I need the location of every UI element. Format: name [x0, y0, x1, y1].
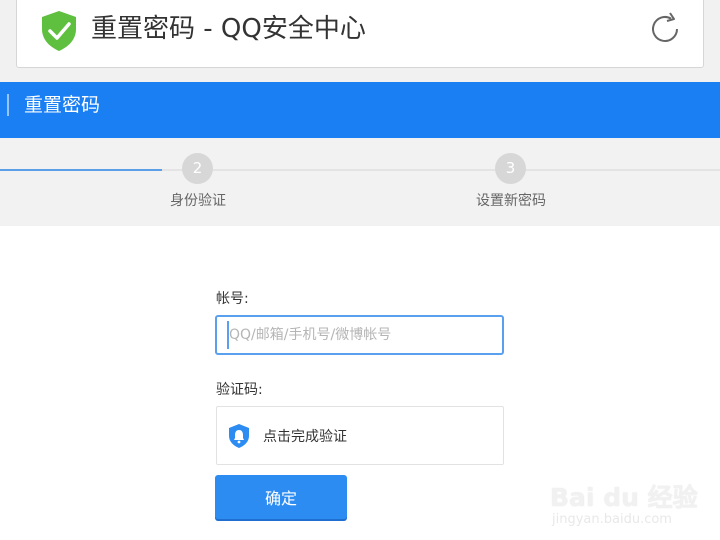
- page-title: 重置密码 - QQ安全中心: [91, 14, 366, 44]
- account-input[interactable]: [229, 317, 499, 353]
- step-2-number: 2: [182, 153, 213, 184]
- refresh-icon[interactable]: [645, 9, 685, 49]
- confirm-button[interactable]: 确定: [215, 475, 347, 519]
- watermark-brand: Bai du 经验: [550, 483, 698, 512]
- step-3-number: 3: [495, 153, 526, 184]
- captcha-label: 验证码:: [216, 382, 263, 398]
- qq-penguin-shield-icon: [229, 424, 249, 448]
- section-title: 重置密码: [24, 94, 101, 116]
- account-label: 帐号:: [216, 291, 249, 307]
- account-input-box[interactable]: [215, 315, 504, 355]
- title-bar: 重置密码 - QQ安全中心: [16, 0, 704, 68]
- watermark-url: jingyan.baidu.com: [552, 512, 672, 527]
- progress-steps: 2 身份验证 3 设置新密码: [0, 138, 720, 226]
- captcha-verify-button[interactable]: 点击完成验证: [216, 406, 504, 465]
- baidu-watermark: Bai du 经验 jingyan.baidu.com: [548, 456, 718, 536]
- step-2-label: 身份验证: [170, 193, 226, 209]
- section-header: 重置密码: [0, 82, 720, 138]
- shield-check-icon: [42, 11, 76, 51]
- section-accent-bar: [7, 94, 9, 116]
- step-3-label: 设置新密码: [476, 193, 546, 209]
- browser-top-bar: 重置密码 - QQ安全中心: [0, 0, 720, 82]
- captcha-text: 点击完成验证: [263, 429, 347, 445]
- progress-fill: [0, 169, 162, 171]
- reset-form: 帐号: 验证码: 点击完成验证 确定 Bai du 经验 jingyan.bai…: [0, 226, 720, 540]
